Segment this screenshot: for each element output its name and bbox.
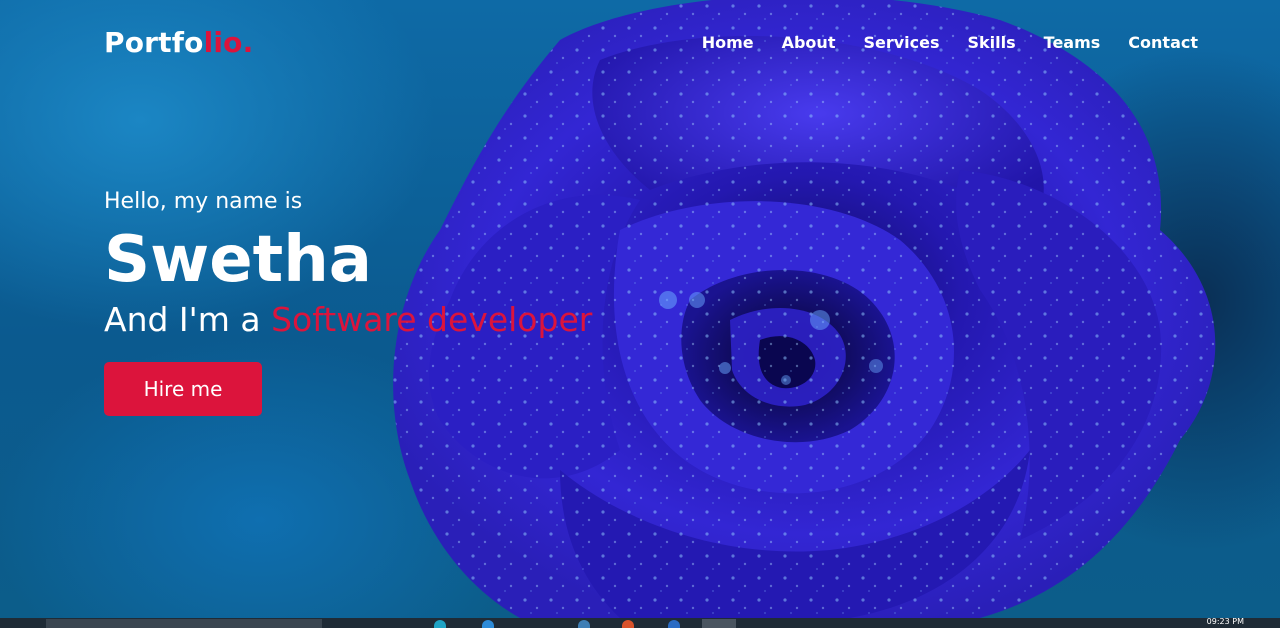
nav-link-services[interactable]: Services: [863, 33, 939, 52]
taskbar-app-icon[interactable]: [668, 620, 680, 628]
nav-item-services: Services: [863, 33, 939, 52]
nav-link-skills[interactable]: Skills: [968, 33, 1016, 52]
taskbar-app-icon[interactable]: [622, 620, 634, 628]
hero-role-highlight: Software developer: [271, 300, 593, 339]
nav-item-contact: Contact: [1128, 33, 1198, 52]
taskbar-app-icon[interactable]: [482, 620, 494, 628]
nav-menu: Home About Services Skills Teams Contact: [702, 33, 1198, 52]
hero-role: And I'm a Software developer: [104, 298, 664, 342]
hero-content: Hello, my name is Swetha And I'm a Softw…: [104, 186, 664, 416]
logo[interactable]: Portfolio.: [104, 26, 253, 59]
hero-name: Swetha: [104, 223, 372, 297]
nav-item-home: Home: [702, 33, 754, 52]
navbar: Portfolio. Home About Services Skills Te…: [0, 0, 1280, 86]
hire-me-button[interactable]: Hire me: [104, 362, 262, 416]
taskbar-active-app[interactable]: [702, 619, 736, 628]
nav-link-contact[interactable]: Contact: [1128, 33, 1198, 52]
taskbar-search-box[interactable]: [46, 619, 322, 628]
nav-link-teams[interactable]: Teams: [1044, 33, 1101, 52]
hero-section: Portfolio. Home About Services Skills Te…: [0, 0, 1280, 618]
nav-link-about[interactable]: About: [782, 33, 836, 52]
taskbar-app-icon[interactable]: [578, 620, 590, 628]
nav-item-about: About: [782, 33, 836, 52]
nav-link-home[interactable]: Home: [702, 33, 754, 52]
nav-item-teams: Teams: [1044, 33, 1101, 52]
os-taskbar: 09:23 PM: [0, 617, 1280, 628]
taskbar-app-icon[interactable]: [434, 620, 446, 628]
hero-greeting: Hello, my name is: [104, 189, 303, 214]
taskbar-clock: 09:23 PM: [1206, 617, 1244, 626]
hero-role-prefix: And I'm a: [104, 300, 272, 339]
logo-text: Portfo: [104, 26, 204, 59]
logo-accent-text: lio.: [203, 26, 254, 59]
nav-item-skills: Skills: [968, 33, 1016, 52]
